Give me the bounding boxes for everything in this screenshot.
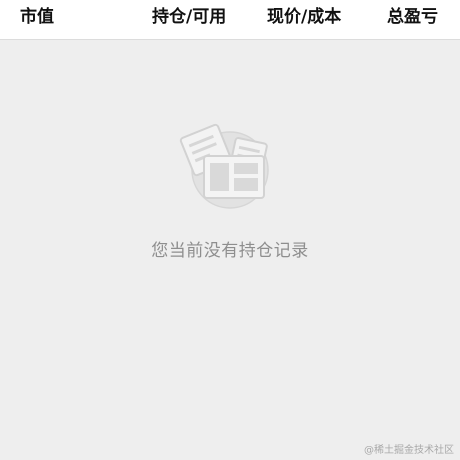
positions-table-header: 市值 持仓/可用 现价/成本 总盈亏: [0, 0, 460, 40]
header-total-profit-loss[interactable]: 总盈亏: [387, 0, 438, 40]
header-holding-available[interactable]: 持仓/可用: [152, 0, 226, 40]
header-market-value[interactable]: 市值: [20, 0, 54, 40]
empty-state-message: 您当前没有持仓记录: [151, 241, 309, 261]
empty-state: 您当前没有持仓记录: [0, 40, 460, 460]
document-stack-icon: [179, 123, 269, 209]
header-price-cost[interactable]: 现价/成本: [267, 0, 341, 40]
watermark: @稀土掘金技术社区: [364, 445, 454, 456]
positions-page: 市值 持仓/可用 现价/成本 总盈亏 您当前没有持仓记录 @稀土掘金技术社区: [0, 0, 460, 460]
